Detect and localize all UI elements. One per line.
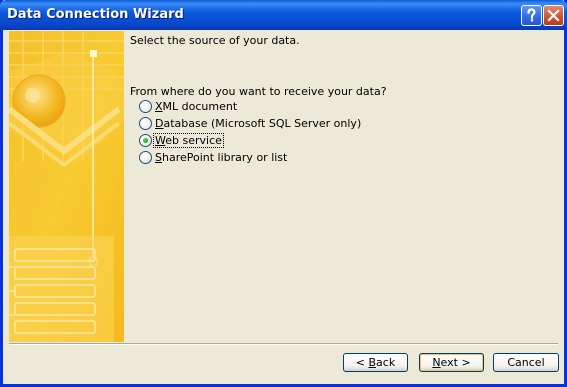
- title-bar[interactable]: Data Connection Wizard: [0, 0, 567, 30]
- option-database[interactable]: Database (Microsoft SQL Server only): [139, 116, 362, 131]
- help-button[interactable]: [521, 5, 542, 26]
- cancel-button[interactable]: Cancel: [493, 353, 559, 372]
- window-title: Data Connection Wizard: [7, 7, 184, 22]
- option-xml-document[interactable]: XML document: [139, 99, 238, 114]
- close-icon: [547, 9, 560, 22]
- wizard-window: Data Connection Wizard Select the source…: [0, 0, 567, 387]
- instruction-text: Select the source of your data.: [130, 34, 300, 47]
- web-service-label[interactable]: Web service: [153, 133, 224, 148]
- back-button[interactable]: < Back: [343, 353, 408, 372]
- sharepoint-library-radio[interactable]: [139, 151, 152, 164]
- xml-document-radio[interactable]: [139, 100, 152, 113]
- next-button[interactable]: Next >: [419, 353, 484, 372]
- source-question: From where do you want to receive your d…: [130, 85, 387, 98]
- database-radio[interactable]: [139, 117, 152, 130]
- web-service-radio[interactable]: [139, 134, 152, 147]
- wizard-content: Select the source of your data. From whe…: [3, 30, 564, 384]
- xml-document-label[interactable]: XML document: [154, 100, 238, 113]
- wizard-banner-graphic: [9, 31, 124, 342]
- footer-separator: [9, 343, 558, 345]
- database-label[interactable]: Database (Microsoft SQL Server only): [154, 117, 362, 130]
- option-web-service[interactable]: Web service: [139, 133, 224, 148]
- option-sharepoint-library[interactable]: SharePoint library or list: [139, 150, 288, 165]
- sharepoint-library-label[interactable]: SharePoint library or list: [154, 151, 288, 164]
- help-icon: [527, 8, 536, 22]
- close-button[interactable]: [543, 5, 564, 26]
